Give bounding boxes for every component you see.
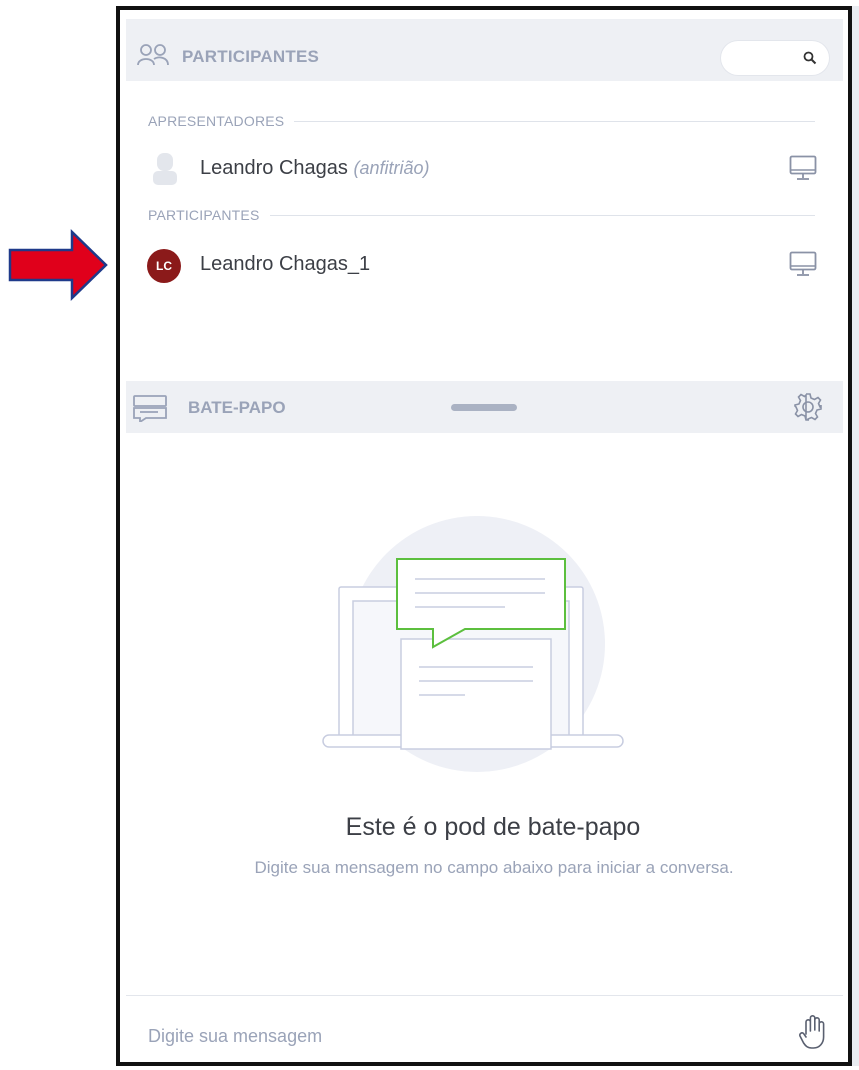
person-placeholder-icon (153, 153, 177, 185)
chat-composer (126, 995, 843, 1063)
chat-title: BATE-PAPO (188, 398, 286, 417)
raise-hand-icon[interactable] (797, 1014, 829, 1050)
participants-title: PARTICIPANTES (182, 47, 320, 66)
section-label-participants: PARTICIPANTES (148, 207, 270, 223)
participant-search-box[interactable] (721, 41, 829, 75)
section-label-presenters: APRESENTADORES (148, 113, 295, 129)
chat-empty-subtitle: Digite sua mensagem no campo abaixo para… (254, 858, 734, 877)
chat-message-input[interactable] (146, 1020, 710, 1052)
participant-search-input[interactable] (731, 47, 805, 71)
gear-icon[interactable] (793, 392, 823, 422)
chat-header: BATE-PAPO (126, 381, 843, 433)
participants-header: PARTICIPANTES (126, 19, 843, 81)
screenshot-stage: PARTICIPANTES APRESENTADORES Leandro Cha… (0, 0, 859, 1070)
participant-name: Leandro Chagas (anfitrião) (200, 157, 430, 179)
participant-row-host[interactable]: Leandro Chagas (anfitrião) (141, 147, 829, 191)
screen-share-icon[interactable] (789, 155, 817, 181)
annotation-arrow-icon (8, 229, 108, 301)
participant-name: Leandro Chagas_1 (200, 253, 371, 275)
participants-icon (137, 44, 169, 66)
participant-row-attendee[interactable]: LC Leandro Chagas_1 (141, 243, 829, 287)
participant-role: (anfitrião) (353, 158, 430, 178)
chat-icon (133, 395, 167, 422)
chat-empty-title: Este é o pod de bate-papo (345, 813, 641, 841)
chat-empty-illustration (322, 516, 624, 772)
search-icon[interactable] (803, 51, 817, 65)
screen-share-icon[interactable] (789, 251, 817, 277)
meeting-side-panel: PARTICIPANTES APRESENTADORES Leandro Cha… (116, 6, 852, 1066)
panel-resize-handle[interactable] (451, 404, 517, 411)
avatar: LC (147, 249, 181, 283)
